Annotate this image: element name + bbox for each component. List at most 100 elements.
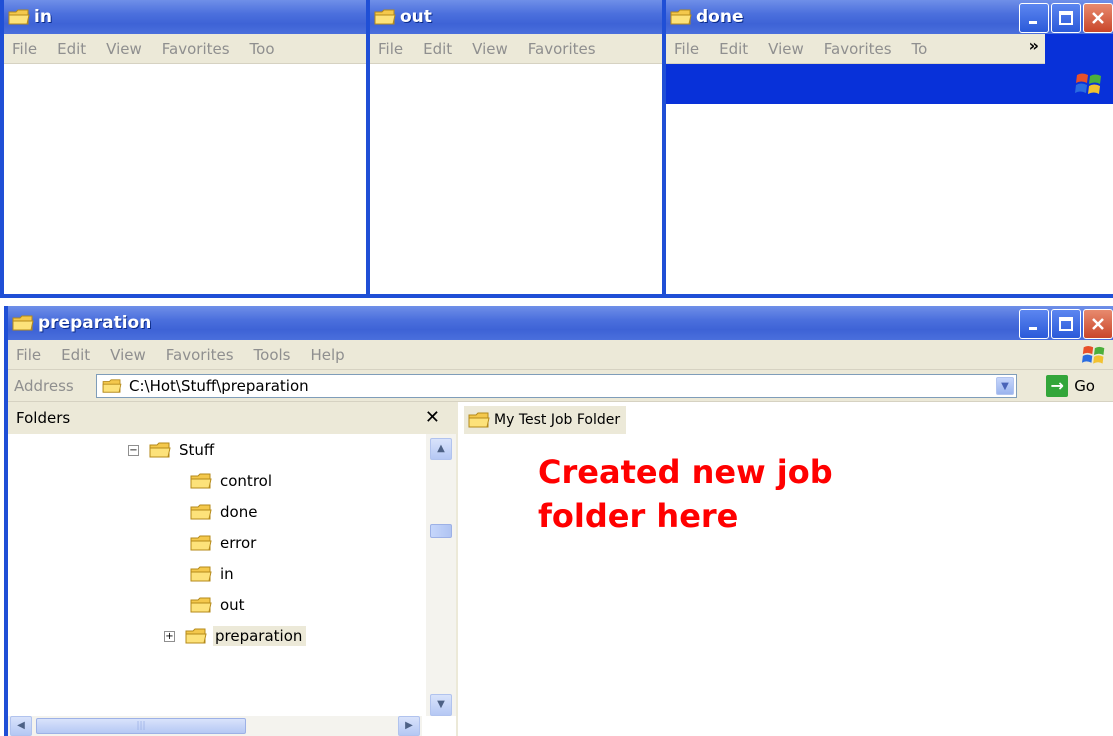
address-dropdown-chevron-icon[interactable]: ▼ [996,377,1014,395]
folder-icon [12,314,34,332]
annotation-line: Created new job [538,453,833,491]
titlebar-done[interactable]: done [666,0,1113,34]
menu-edit[interactable]: Edit [719,40,748,58]
address-input[interactable]: C:\Hot\Stuff\preparation ▼ [96,374,1017,398]
tree-node-done[interactable]: done [188,500,261,524]
menu-favorites[interactable]: Favorites [824,40,892,58]
tree-node-control[interactable]: control [188,469,276,493]
window-body-done[interactable] [666,104,1113,294]
folder-icon [183,627,209,645]
folder-contents[interactable]: My Test Job Folder Created new job folde… [460,402,1113,736]
close-button[interactable] [1083,309,1113,339]
window-body-out[interactable] [370,64,662,294]
menu-view[interactable]: View [110,346,146,364]
folder-icon [188,596,214,614]
tree-node-in[interactable]: in [188,562,238,586]
menu-file[interactable]: File [674,40,699,58]
address-value: C:\Hot\Stuff\preparation [129,377,309,395]
list-item-label: My Test Job Folder [494,412,621,428]
window-preparation: preparation File Edit View Favorites Too… [4,306,1113,736]
window-title: preparation [38,313,152,333]
maximize-button[interactable] [1051,3,1081,33]
menu-tools[interactable]: Too [250,40,275,58]
scroll-thumb[interactable] [430,524,452,538]
menu-tools[interactable]: Tools [254,346,291,364]
titlebar-out[interactable]: out [370,0,662,34]
menu-edit[interactable]: Edit [61,346,90,364]
close-icon [1084,310,1112,338]
annotation-text: Created new job folder here [538,450,938,538]
menu-favorites[interactable]: Favorites [166,346,234,364]
tree-node-label: error [220,534,257,552]
windows-logo-icon [1075,70,1101,94]
go-arrow-icon: → [1046,375,1069,397]
window-title: in [34,7,52,27]
folders-pane-header: Folders ✕ [8,402,456,434]
window-title: out [400,7,432,27]
go-label: Go [1074,377,1095,395]
folder-icon [188,472,214,490]
menu-view[interactable]: View [106,40,142,58]
go-button[interactable]: → Go [1046,375,1095,397]
window-out: out File Edit View Favorites [366,0,666,298]
menu-file[interactable]: File [16,346,41,364]
folder-tree: − Stuff control done error in out + prep… [8,434,422,716]
annotation-line: folder here [538,497,739,535]
titlebar-in[interactable]: in [4,0,370,34]
expand-icon[interactable]: + [164,630,175,642]
menu-edit[interactable]: Edit [423,40,452,58]
minimize-button[interactable] [1019,309,1049,339]
folder-icon [466,411,492,429]
menu-view[interactable]: View [472,40,508,58]
horizontal-scrollbar[interactable]: ◀ ||| ▶ [8,716,422,736]
tree-node-preparation[interactable]: + preparation [164,624,307,648]
maximize-icon [1052,310,1080,338]
window-title: done [696,7,744,27]
windows-logo-icon [1081,343,1105,367]
tree-node-label: preparation [213,626,307,646]
menu-overflow-chevron[interactable]: » [1029,36,1039,55]
scroll-up-icon[interactable]: ▲ [430,438,452,460]
address-label: Address [14,376,74,395]
titlebar-preparation[interactable]: preparation [8,306,1113,340]
menu-file[interactable]: File [12,40,37,58]
vertical-scrollbar[interactable]: ▲ ▼ [426,434,456,716]
explorer-body: Folders ✕ − Stuff control done error in … [8,402,1113,736]
collapse-icon[interactable]: − [128,444,139,456]
menu-file[interactable]: File [378,40,403,58]
menubar-done: File Edit View Favorites To » [666,34,1045,64]
menu-favorites[interactable]: Favorites [162,40,230,58]
menu-view[interactable]: View [768,40,804,58]
tree-node-stuff[interactable]: − Stuff [128,438,218,462]
list-item[interactable]: My Test Job Folder [464,406,627,434]
menu-tools[interactable]: To [912,40,928,58]
menubar-out: File Edit View Favorites [370,34,662,64]
maximize-button[interactable] [1051,309,1081,339]
scroll-left-icon[interactable]: ◀ [10,716,32,736]
minimize-button[interactable] [1019,3,1049,33]
minimize-icon [1020,4,1048,32]
window-body-in[interactable] [4,64,370,294]
folder-icon [670,8,692,26]
tree-node-label: done [220,503,258,521]
menu-edit[interactable]: Edit [57,40,86,58]
menu-help[interactable]: Help [311,346,345,364]
scroll-thumb[interactable]: ||| [36,718,246,734]
tree-node-error[interactable]: error [188,531,260,555]
window-controls [1019,309,1113,339]
close-button[interactable] [1083,3,1113,33]
address-bar: Address C:\Hot\Stuff\preparation ▼ → Go [8,370,1113,402]
close-icon[interactable]: ✕ [425,407,440,428]
window-done: done File Edit View Favorites To » [662,0,1113,298]
tree-node-label: out [220,596,245,614]
scroll-right-icon[interactable]: ▶ [398,716,420,736]
folder-icon [188,565,214,583]
menu-favorites[interactable]: Favorites [528,40,596,58]
scroll-down-icon[interactable]: ▼ [430,694,452,716]
tree-node-label: in [220,565,234,583]
window-controls [1019,3,1113,33]
folders-pane-title: Folders [16,409,71,427]
folder-icon [188,503,214,521]
tree-node-label: control [220,472,272,490]
tree-node-out[interactable]: out [188,593,249,617]
